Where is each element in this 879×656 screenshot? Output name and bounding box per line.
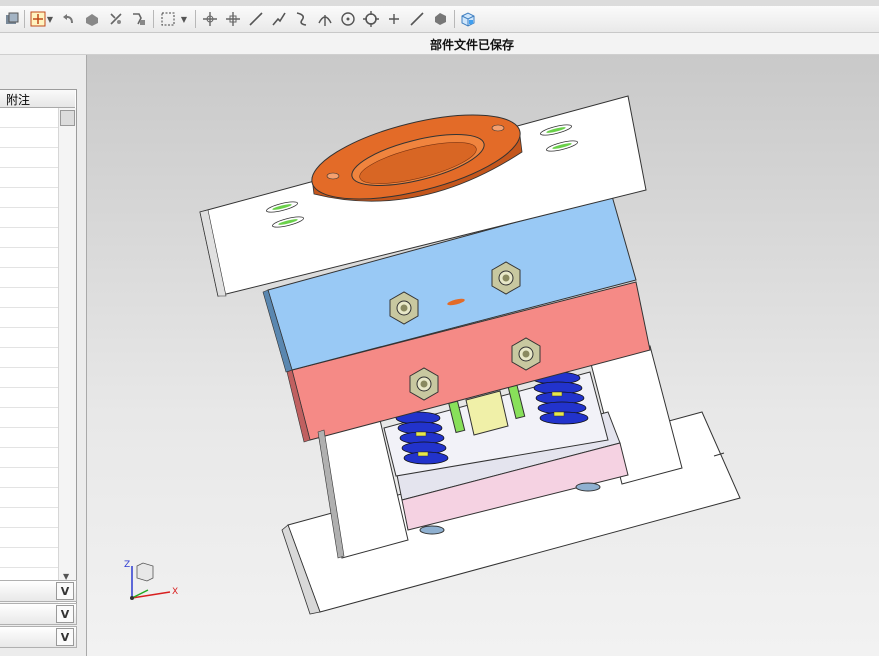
mold-assembly-model: Z X [124,95,741,615]
table-row[interactable] [0,368,58,388]
table-row[interactable] [0,468,58,488]
trim-icon[interactable] [106,9,126,29]
solid-icon[interactable] [82,9,102,29]
graphics-viewport[interactable]: Z X [87,55,879,656]
view-cube-icon[interactable] [458,9,478,29]
attribute-table: 附注 ▼ ▶ [0,89,77,621]
dropdown-arrow-icon[interactable]: ▼ [45,9,55,29]
table-row[interactable] [0,248,58,268]
collapsed-section-1[interactable]: V [0,580,77,602]
status-message: 部件文件已保存 [430,38,515,52]
line-icon[interactable] [246,9,266,29]
target-icon[interactable] [361,9,381,29]
chevron-down-icon[interactable]: V [56,605,74,623]
table-row[interactable] [0,108,58,128]
collapsed-section-3[interactable]: V [0,626,77,648]
table-row[interactable] [0,388,58,408]
move-icon[interactable] [200,9,220,29]
toolbar: ▼ ▼ [0,6,879,33]
table-row[interactable] [0,328,58,348]
table-row[interactable] [0,268,58,288]
table-row[interactable] [0,128,58,148]
table-row[interactable] [0,448,58,468]
cube-icon[interactable] [430,9,450,29]
scroll-thumb[interactable] [60,110,75,126]
collapsed-section-2[interactable]: V [0,603,77,625]
table-row[interactable] [0,348,58,368]
chevron-down-icon[interactable]: V [56,628,74,646]
vertical-scrollbar[interactable]: ▼ [58,108,76,585]
point-icon[interactable] [315,9,335,29]
feature-icon[interactable] [129,9,149,29]
table-row[interactable] [0,288,58,308]
table-row[interactable] [0,188,58,208]
table-row[interactable] [0,208,58,228]
table-row[interactable] [0,508,58,528]
polyline-icon[interactable] [269,9,289,29]
left-panel: 附注 ▼ ▶ V V [0,55,87,656]
circle-icon[interactable] [338,9,358,29]
coordinate-triad: Z X [124,560,178,600]
table-row[interactable] [0,488,58,508]
table-row[interactable] [0,228,58,248]
dropdown-arrow-icon[interactable]: ▼ [179,9,189,29]
column-header-label: 附注 [6,93,31,107]
table-row[interactable] [0,528,58,548]
arc-icon[interactable] [292,9,312,29]
curve-icon[interactable] [407,9,427,29]
rotate-icon[interactable] [223,9,243,29]
table-row[interactable] [0,408,58,428]
select-box-icon[interactable] [158,9,178,29]
table-row[interactable] [0,548,58,568]
status-bar: 部件文件已保存 [0,33,879,55]
x-axis-label: X [172,587,178,597]
table-row[interactable] [0,168,58,188]
table-row[interactable] [0,308,58,328]
chevron-down-icon[interactable]: V [56,582,74,600]
undo-icon[interactable] [58,9,78,29]
part-navigator-icon[interactable] [2,9,22,29]
table-row[interactable] [0,428,58,448]
plus-icon[interactable] [384,9,404,29]
column-header[interactable]: 附注 [0,90,75,108]
z-axis-label: Z [124,560,130,570]
table-row[interactable] [0,148,58,168]
